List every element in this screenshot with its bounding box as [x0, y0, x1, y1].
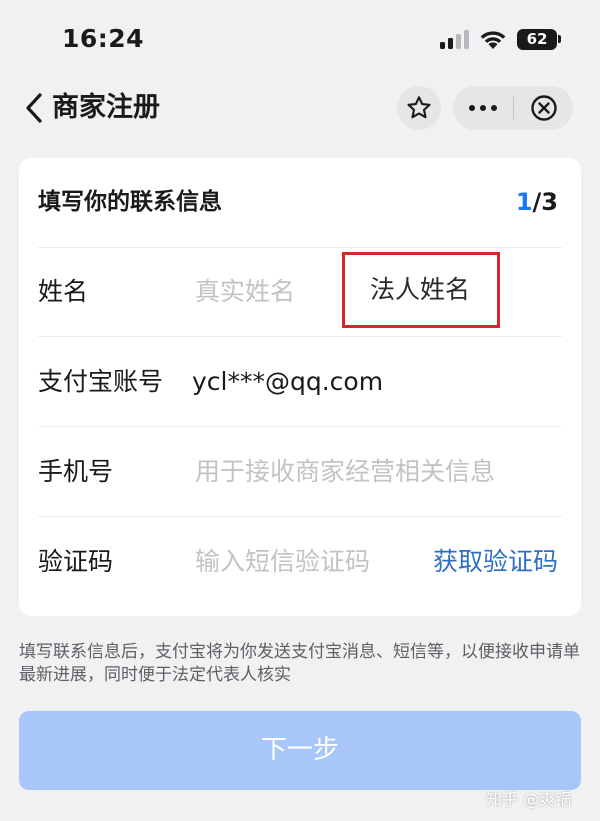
alipay-account-row: 支付宝账号 ycl***@qq.com [38, 337, 562, 427]
alipay-account-value: ycl***@qq.com [192, 367, 384, 396]
status-bar: 16:24 62 [0, 0, 600, 80]
phone-label: 手机号 [38, 457, 114, 486]
close-circle-icon [530, 95, 557, 121]
more-button[interactable] [453, 86, 513, 130]
star-icon [407, 96, 431, 119]
name-label: 姓名 [38, 277, 89, 306]
mini-program-capsule [453, 86, 573, 130]
annotation-text: 法人姓名 [370, 275, 471, 304]
close-button[interactable] [514, 86, 573, 130]
favorite-button[interactable] [397, 86, 441, 130]
cellular-signal-icon [440, 30, 469, 49]
more-dots-icon [469, 105, 475, 111]
verification-code-input[interactable]: 输入短信验证码 [195, 517, 370, 606]
name-row: 姓名 真实姓名 法人姓名 [38, 247, 562, 337]
next-step-button[interactable]: 下一步 [19, 711, 581, 790]
step-indicator: 1/3 [516, 184, 558, 220]
status-time: 16:24 [62, 24, 145, 53]
annotation-box: 法人姓名 [342, 252, 500, 328]
name-input[interactable]: 真实姓名 [195, 247, 295, 336]
info-note: 填写联系信息后，支付宝将为你发送支付宝消息、短信等，以便接收申请单最新进展，同时… [19, 642, 580, 685]
verification-row: 验证码 输入短信验证码 获取验证码 [38, 517, 562, 606]
watermark: 知乎 @爽锅 [486, 790, 572, 809]
wifi-icon [480, 31, 506, 49]
get-code-button[interactable]: 获取验证码 [433, 517, 558, 606]
step-total: /3 [532, 188, 558, 216]
battery-icon: 62 [517, 29, 557, 50]
contact-info-card: 填写你的联系信息 1/3 姓名 真实姓名 法人姓名 支付宝账号 ycl***@q… [19, 158, 581, 616]
phone-row: 手机号 用于接收商家经营相关信息 [38, 427, 562, 517]
verification-label: 验证码 [38, 547, 114, 576]
nav-bar: 商家注册 [0, 80, 600, 138]
page-title: 商家注册 [52, 92, 160, 123]
step-current: 1 [515, 188, 533, 216]
phone-input[interactable]: 用于接收商家经营相关信息 [195, 427, 495, 516]
card-title: 填写你的联系信息 [38, 189, 222, 215]
card-header: 填写你的联系信息 1/3 [38, 158, 562, 248]
back-chevron-icon[interactable] [20, 90, 50, 126]
alipay-account-label: 支付宝账号 [38, 367, 164, 396]
battery-nub [558, 35, 561, 43]
